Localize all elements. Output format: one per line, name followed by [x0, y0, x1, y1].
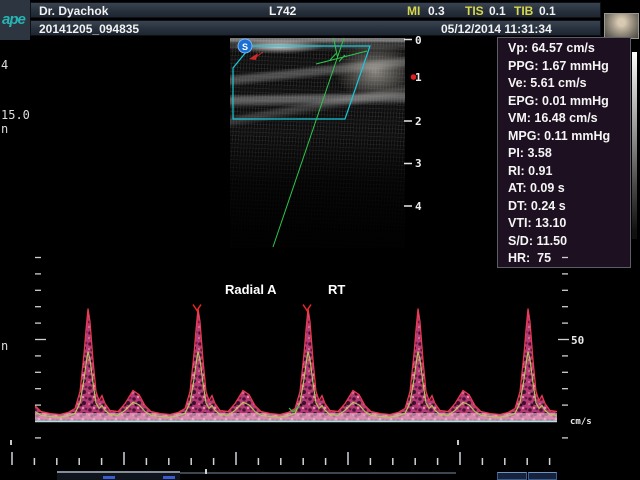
depth-label: 2 [415, 115, 433, 128]
exam-id: 20141205_094835 [39, 22, 139, 36]
bmode-image[interactable] [230, 38, 405, 248]
bottom-menu-divider [180, 472, 456, 474]
bottom-button-1[interactable] [497, 472, 527, 480]
depth-label: 3 [415, 157, 433, 170]
exam-datetime: 05/12/2014 11:31:34 [441, 22, 552, 36]
grayscale-reference-bar [632, 52, 637, 239]
clipboard-thumbnail-icon[interactable] [604, 13, 639, 39]
bottom-menu-left[interactable] [57, 471, 180, 480]
measurement-row: RI: 0.91 [508, 163, 630, 181]
time-ruler-ticks [12, 452, 550, 465]
header-bar-secondary: 20141205_094835 05/12/2014 11:31:34 [30, 20, 601, 36]
depth-label: 0 [415, 34, 433, 47]
measurement-row: S/D: 11.50 [508, 233, 630, 251]
measurement-row: Vp: 64.57 cm/s [508, 40, 630, 58]
header-bar-primary: Dr. Dyachok L742 MI 0.3 TIS 0.1 TIB 0.1 [30, 2, 601, 18]
baseline-marker [289, 406, 299, 412]
parameter-label: 15.0 [1, 108, 30, 122]
parameter-label: 4 [1, 58, 8, 72]
measurement-row: PI: 3.58 [508, 145, 630, 163]
ultrasound-screen: ape Dr. Dyachok L742 MI 0.3 TIS 0.1 TIB … [0, 0, 640, 480]
bottom-menu-separator [205, 469, 207, 474]
velocity-unit-label: cm/s [570, 417, 592, 427]
laterality-label: RT [328, 282, 345, 297]
measurement-panel: Vp: 64.57 cm/sPPG: 1.67 mmHgVe: 5.61 cm/… [497, 37, 631, 268]
mi-value: 0.3 [428, 4, 445, 18]
probe-model: L742 [269, 4, 296, 18]
physician-name: Dr. Dyachok [39, 4, 108, 18]
measurement-row: Ve: 5.61 cm/s [508, 75, 630, 93]
velocity-ticks [35, 258, 569, 438]
menu-text-smudge [103, 476, 115, 479]
measurement-row: HR: 75 [508, 250, 630, 268]
parameter-label: n [1, 122, 8, 136]
measurement-row: EPG: 0.01 mmHg [508, 93, 630, 111]
depth-label: 1 [415, 71, 433, 84]
measurement-row: VM: 16.48 cm/s [508, 110, 630, 128]
brand-logo: ape [0, 0, 30, 40]
tis-label: TIS [465, 4, 484, 18]
menu-text-smudge [163, 476, 175, 479]
vessel-label: Radial A [225, 282, 277, 297]
bottom-button-2[interactable] [528, 472, 557, 480]
measurement-row: DT: 0.24 s [508, 198, 630, 216]
tib-label: TIB [514, 4, 533, 18]
mi-label: MI [407, 4, 420, 18]
velocity-scale-value: 50 [571, 334, 584, 347]
depth-label: 4 [415, 200, 433, 213]
measurement-row: MPG: 0.11 mmHg [508, 128, 630, 146]
parameter-label: n [1, 339, 8, 353]
bmode-depth-fade [230, 38, 405, 248]
spectral-waveform [35, 309, 557, 422]
measurement-row: AT: 0.09 s [508, 180, 630, 198]
tib-value: 0.1 [539, 4, 556, 18]
tis-value: 0.1 [489, 4, 506, 18]
caliper-markers [193, 305, 311, 311]
measurement-row: VTI: 13.10 [508, 215, 630, 233]
measurement-row: PPG: 1.67 mmHg [508, 58, 630, 76]
